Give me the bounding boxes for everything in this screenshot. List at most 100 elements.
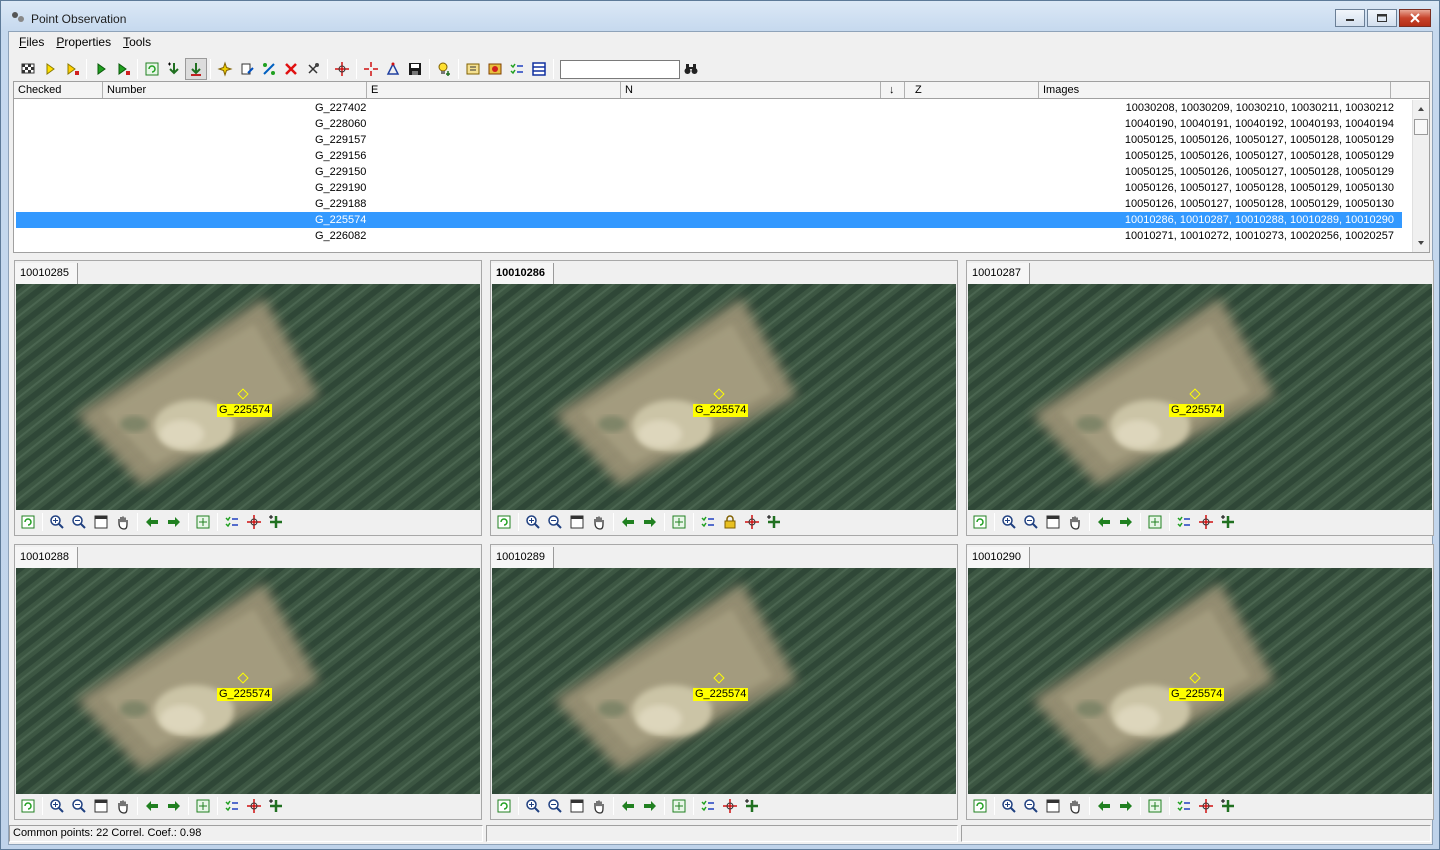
fit-view-icon[interactable] bbox=[566, 512, 588, 532]
photo-check-icon[interactable] bbox=[484, 58, 506, 80]
refresh-icon[interactable] bbox=[969, 796, 991, 816]
crosshair-target-icon[interactable] bbox=[331, 58, 353, 80]
center-point-icon[interactable] bbox=[668, 512, 690, 532]
image-tab[interactable]: 10010288 bbox=[15, 547, 78, 568]
list-check-icon[interactable] bbox=[221, 796, 243, 816]
crosshair-target-icon[interactable] bbox=[741, 512, 763, 532]
play-yellow-step-icon[interactable] bbox=[61, 58, 83, 80]
center-point-icon[interactable] bbox=[668, 796, 690, 816]
list-check-icon[interactable] bbox=[697, 512, 719, 532]
crosshair-icon[interactable] bbox=[360, 58, 382, 80]
menu-files[interactable]: Files bbox=[13, 35, 50, 49]
save-icon[interactable] bbox=[404, 58, 426, 80]
image-tab[interactable]: 10010290 bbox=[967, 547, 1030, 568]
add-point-down-active-icon[interactable] bbox=[185, 58, 207, 80]
maximize-button[interactable] bbox=[1367, 9, 1397, 27]
refresh-icon[interactable] bbox=[493, 512, 515, 532]
minimize-button[interactable] bbox=[1335, 9, 1365, 27]
column-images[interactable]: Images bbox=[1039, 82, 1391, 98]
sort-arrow-icon[interactable]: ↓ bbox=[881, 82, 905, 98]
zoom-in-icon[interactable] bbox=[522, 512, 544, 532]
refresh-icon[interactable] bbox=[493, 796, 515, 816]
table-row[interactable]: G_225574 10010286, 10010287, 10010288, 10… bbox=[16, 212, 1402, 228]
settings-grid-icon[interactable] bbox=[462, 58, 484, 80]
scroll-down-icon[interactable] bbox=[1414, 236, 1428, 250]
aerial-image[interactable]: G_225574 bbox=[492, 284, 956, 510]
center-point-icon[interactable] bbox=[192, 796, 214, 816]
center-point-icon[interactable] bbox=[192, 512, 214, 532]
table-row[interactable]: G_227402 10030208, 10030209, 10030210, 10… bbox=[16, 100, 1402, 116]
next-arrow-icon[interactable] bbox=[163, 796, 185, 816]
column-n[interactable]: N bbox=[621, 82, 881, 98]
list-check-icon[interactable] bbox=[506, 58, 528, 80]
play-green-step-icon[interactable] bbox=[112, 58, 134, 80]
find-binoculars-icon[interactable] bbox=[680, 58, 702, 80]
crosshair-target-icon[interactable] bbox=[1195, 512, 1217, 532]
crosshair-target-icon[interactable] bbox=[719, 796, 741, 816]
aerial-image[interactable]: G_225574 bbox=[16, 284, 480, 510]
add-point-icon[interactable] bbox=[1217, 796, 1239, 816]
zoom-in-icon[interactable] bbox=[998, 796, 1020, 816]
image-tab[interactable]: 10010287 bbox=[967, 263, 1030, 284]
column-checked[interactable]: Checked bbox=[14, 82, 103, 98]
list-check-icon[interactable] bbox=[1173, 512, 1195, 532]
zoom-out-icon[interactable] bbox=[1020, 512, 1042, 532]
table-row[interactable]: G_228060 10040190, 10040191, 10040192, 10… bbox=[16, 116, 1402, 132]
refresh-icon[interactable] bbox=[17, 512, 39, 532]
fit-view-icon[interactable] bbox=[1042, 796, 1064, 816]
list-check-icon[interactable] bbox=[1173, 796, 1195, 816]
play-green-icon[interactable] bbox=[90, 58, 112, 80]
zoom-out-icon[interactable] bbox=[1020, 796, 1042, 816]
scroll-up-icon[interactable] bbox=[1414, 102, 1428, 116]
aerial-image[interactable]: G_225574 bbox=[968, 284, 1432, 510]
image-tab[interactable]: 10010286 bbox=[491, 263, 554, 284]
table-view-icon[interactable] bbox=[528, 58, 550, 80]
next-arrow-icon[interactable] bbox=[639, 796, 661, 816]
table-row[interactable]: G_229190 10050126, 10050127, 10050128, 10… bbox=[16, 180, 1402, 196]
previous-arrow-icon[interactable] bbox=[617, 796, 639, 816]
zoom-in-icon[interactable] bbox=[522, 796, 544, 816]
previous-arrow-icon[interactable] bbox=[141, 796, 163, 816]
crosshair-target-icon[interactable] bbox=[243, 512, 265, 532]
add-point-icon[interactable] bbox=[741, 796, 763, 816]
column-z[interactable]: Z bbox=[905, 82, 1039, 98]
crosshair-target-icon[interactable] bbox=[243, 796, 265, 816]
scroll-thumb[interactable] bbox=[1414, 119, 1428, 135]
play-yellow-icon[interactable] bbox=[39, 58, 61, 80]
add-point-icon[interactable] bbox=[265, 512, 287, 532]
image-tab[interactable]: 10010285 bbox=[15, 263, 78, 284]
add-point-icon[interactable] bbox=[1217, 512, 1239, 532]
aerial-image[interactable]: G_225574 bbox=[16, 568, 480, 794]
lock-icon[interactable] bbox=[719, 512, 741, 532]
column-number[interactable]: Number bbox=[103, 82, 367, 98]
menu-properties[interactable]: Properties bbox=[50, 35, 117, 49]
table-row[interactable]: G_229157 10050125, 10050126, 10050127, 10… bbox=[16, 132, 1402, 148]
add-point-icon[interactable] bbox=[763, 512, 785, 532]
search-input[interactable] bbox=[560, 59, 680, 79]
zoom-in-icon[interactable] bbox=[46, 796, 68, 816]
previous-arrow-icon[interactable] bbox=[1093, 512, 1115, 532]
zoom-out-icon[interactable] bbox=[544, 796, 566, 816]
pan-hand-icon[interactable] bbox=[588, 512, 610, 532]
pan-hand-icon[interactable] bbox=[1064, 512, 1086, 532]
next-arrow-icon[interactable] bbox=[639, 512, 661, 532]
next-arrow-icon[interactable] bbox=[1115, 512, 1137, 532]
hint-bulb-icon[interactable] bbox=[433, 58, 455, 80]
fit-view-icon[interactable] bbox=[1042, 512, 1064, 532]
menu-tools[interactable]: Tools bbox=[117, 35, 157, 49]
zoom-in-icon[interactable] bbox=[46, 512, 68, 532]
center-point-icon[interactable] bbox=[1144, 512, 1166, 532]
pan-hand-icon[interactable] bbox=[588, 796, 610, 816]
zoom-out-icon[interactable] bbox=[68, 796, 90, 816]
column-e[interactable]: E bbox=[367, 82, 621, 98]
pan-hand-icon[interactable] bbox=[1064, 796, 1086, 816]
fit-view-icon[interactable] bbox=[90, 796, 112, 816]
aerial-image[interactable]: G_225574 bbox=[968, 568, 1432, 794]
table-row[interactable]: G_229150 10050125, 10050126, 10050127, 10… bbox=[16, 164, 1402, 180]
flag-checker-icon[interactable] bbox=[17, 58, 39, 80]
fit-view-icon[interactable] bbox=[566, 796, 588, 816]
delete-icon[interactable] bbox=[280, 58, 302, 80]
zoom-out-icon[interactable] bbox=[544, 512, 566, 532]
network-icon[interactable] bbox=[382, 58, 404, 80]
new-point-star-icon[interactable] bbox=[214, 58, 236, 80]
